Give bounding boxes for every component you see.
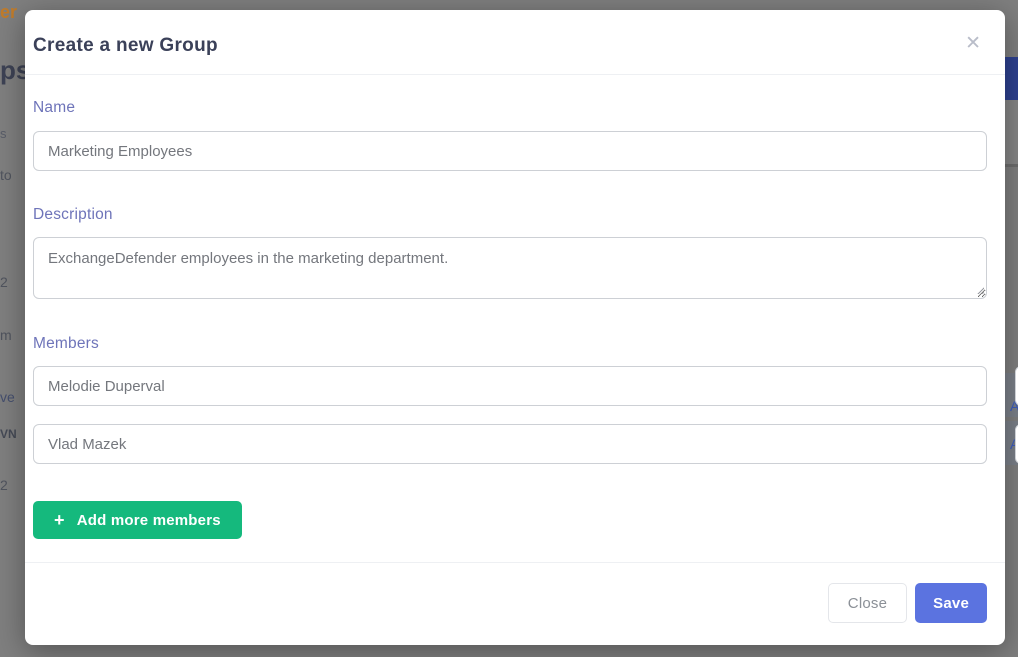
member-row: ✕ xyxy=(33,423,987,465)
modal-title: Create a new Group xyxy=(33,35,987,57)
add-more-members-button[interactable]: + Add more members xyxy=(33,501,242,539)
modal-footer: Close Save xyxy=(25,562,1005,645)
background-text-fragment: 2 xyxy=(0,478,8,492)
member-name-input[interactable] xyxy=(33,366,987,406)
description-label: Description xyxy=(33,206,987,224)
modal-header: Create a new Group ✕ xyxy=(25,10,1005,75)
description-wrap xyxy=(33,237,987,299)
members-label: Members xyxy=(33,335,987,353)
background-text-fragment: m xyxy=(0,328,12,342)
background-text-fragment: VN xyxy=(0,428,17,440)
save-button[interactable]: Save xyxy=(915,583,987,623)
member-row xyxy=(33,366,987,406)
member-name-input[interactable] xyxy=(33,424,987,464)
create-group-modal: Create a new Group ✕ Name Description Me… xyxy=(25,10,1005,645)
close-icon[interactable]: ✕ xyxy=(965,34,981,53)
background-text-fragment: er xyxy=(0,3,17,21)
page: { "modal": { "title": "Create a new Grou… xyxy=(0,0,1018,657)
close-button[interactable]: Close xyxy=(828,583,907,623)
group-name-input[interactable] xyxy=(33,131,987,171)
members-rows: ✕ xyxy=(33,366,987,465)
background-text-fragment: s xyxy=(0,127,7,140)
modal-body: Name Description Members ✕ + Add more me… xyxy=(25,99,1005,539)
background-block xyxy=(1004,57,1018,100)
plus-icon: + xyxy=(54,511,65,529)
background-text-fragment: ve xyxy=(0,390,15,404)
background-text-fragment: 2 xyxy=(0,275,8,289)
add-more-members-label: Add more members xyxy=(77,512,221,529)
background-text-fragment: to xyxy=(0,168,12,182)
background-block xyxy=(1004,164,1018,167)
group-description-textarea[interactable] xyxy=(33,237,987,299)
name-label: Name xyxy=(33,99,987,117)
background-block xyxy=(1004,100,1018,164)
